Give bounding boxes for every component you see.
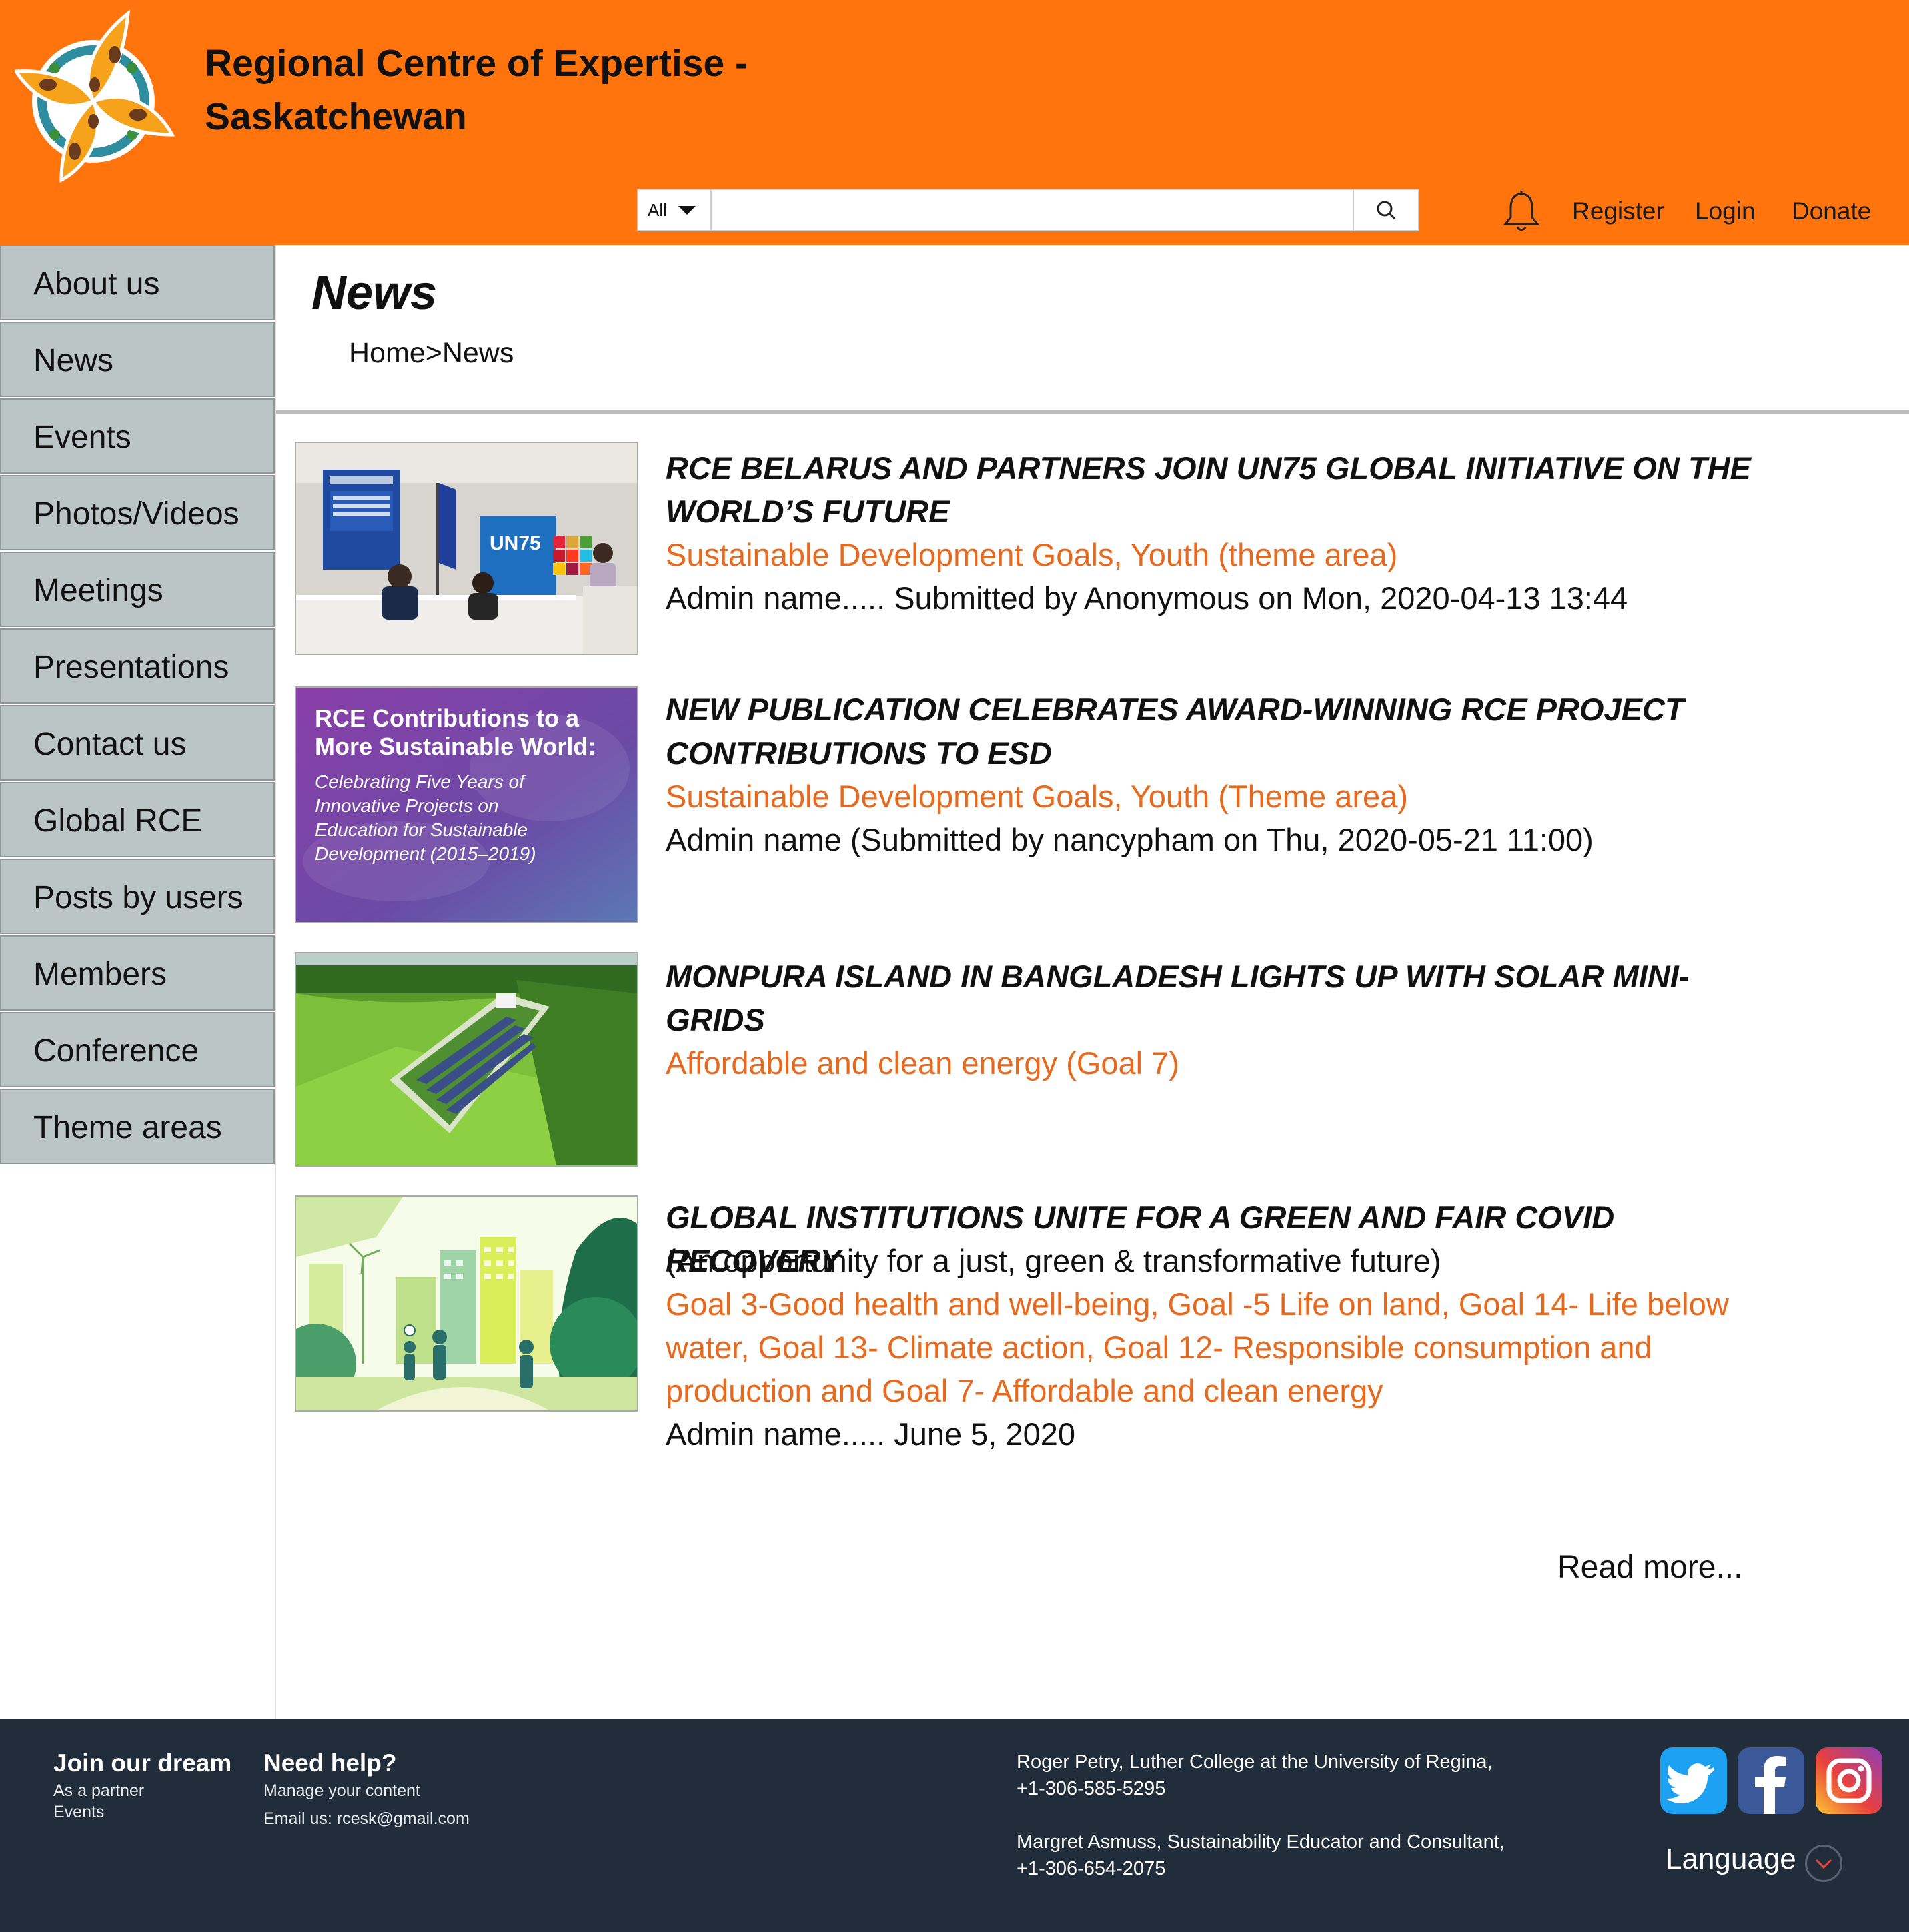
article-4-thumbnail[interactable] xyxy=(295,1195,638,1412)
site-title-line-2: Saskatchewan xyxy=(205,95,467,138)
article-2-meta: Admin name (Submitted by nancypham on Th… xyxy=(666,822,1594,857)
breadcrumb[interactable]: Home>News xyxy=(349,337,514,370)
footer-help-title: Need help? xyxy=(263,1749,397,1777)
article-3-tags[interactable]: Affordable and clean energy (Goal 7) xyxy=(666,1041,1773,1085)
footer-contact-1-name: Roger Petry, Luther College at the Unive… xyxy=(1017,1751,1493,1773)
sidebar-item-photos-videos[interactable]: Photos/Videos xyxy=(0,475,275,550)
sidebar-nav: About us News Events Photos/Videos Meeti… xyxy=(0,245,276,1719)
site-title: Regional Centre of Expertise - Saskatche… xyxy=(205,37,805,143)
footer-contact-2: Margret Asmuss, Sustainability Educator … xyxy=(1017,1829,1505,1882)
site-title-line-1: Regional Centre of Expertise - xyxy=(205,42,748,85)
article-3-title[interactable]: MONPURA ISLAND IN BANGLADESH LIGHTS UP W… xyxy=(666,955,1773,1041)
sidebar-item-contact-us[interactable]: Contact us xyxy=(0,705,275,781)
sidebar-item-conference[interactable]: Conference xyxy=(0,1012,275,1087)
solar-minigrid-aerial-photo xyxy=(296,953,637,1165)
read-more-link[interactable]: Read more... xyxy=(1557,1549,1742,1586)
sidebar-item-posts-by-users[interactable]: Posts by users xyxy=(0,859,275,934)
publication-cover: RCE Contributions to a More Sustainable … xyxy=(296,688,637,922)
footer-contact-1: Roger Petry, Luther College at the Unive… xyxy=(1017,1749,1493,1802)
article-2-title[interactable]: NEW PUBLICATION CELEBRATES AWARD-WINNING… xyxy=(666,688,1773,775)
facebook-icon[interactable] xyxy=(1738,1747,1804,1814)
article-1-tags[interactable]: Sustainable Development Goals, Youth (th… xyxy=(666,533,1773,576)
footer-link-partner[interactable]: As a partner xyxy=(53,1781,144,1801)
article-2-tags[interactable]: Sustainable Development Goals, Youth (Th… xyxy=(666,775,1773,818)
site-header: Regional Centre of Expertise - Saskatche… xyxy=(0,0,1909,245)
sidebar-item-meetings[interactable]: Meetings xyxy=(0,552,275,627)
twitter-icon[interactable] xyxy=(1660,1747,1727,1814)
chevron-down-icon xyxy=(1815,1859,1832,1869)
footer-email[interactable]: Email us: rcesk@gmail.com xyxy=(263,1809,470,1829)
sidebar-item-about-us[interactable]: About us xyxy=(0,245,275,320)
footer-contact-2-name: Margret Asmuss, Sustainability Educator … xyxy=(1017,1831,1505,1853)
login-link[interactable]: Login xyxy=(1695,197,1756,225)
search-scope-dropdown[interactable]: All xyxy=(638,190,712,230)
rce-logo[interactable] xyxy=(15,8,175,183)
un75-press-photo: UN75 xyxy=(296,443,637,654)
footer-contact-2-phone: +1-306-654-2075 xyxy=(1017,1858,1166,1879)
cover-subtitle-line-2: Innovative Projects on xyxy=(315,795,499,816)
caret-down-icon xyxy=(678,206,696,215)
page-title: News xyxy=(311,266,438,320)
footer-join-title: Join our dream xyxy=(53,1749,232,1777)
register-link[interactable]: Register xyxy=(1572,197,1664,225)
instagram-icon[interactable] xyxy=(1816,1747,1882,1814)
sidebar-item-theme-areas[interactable]: Theme areas xyxy=(0,1089,275,1164)
cover-subtitle-line-1: Celebrating Five Years of xyxy=(315,771,526,792)
content-divider xyxy=(276,410,1909,414)
article-1-thumbnail[interactable]: UN75 xyxy=(295,442,638,655)
article-3-thumbnail[interactable] xyxy=(295,952,638,1167)
cover-title-line-2: More Sustainable World: xyxy=(315,733,596,760)
search-icon xyxy=(1377,201,1396,220)
search-bar: All xyxy=(637,189,1419,231)
footer-link-events[interactable]: Events xyxy=(53,1803,104,1822)
article-2-thumbnail[interactable]: RCE Contributions to a More Sustainable … xyxy=(295,686,638,923)
sidebar-item-members[interactable]: Members xyxy=(0,935,275,1011)
sidebar-item-events[interactable]: Events xyxy=(0,398,275,474)
article-4-meta: Admin name..... June 5, 2020 xyxy=(666,1416,1075,1452)
cover-title-line-1: RCE Contributions to a xyxy=(315,704,580,732)
language-dropdown-button[interactable] xyxy=(1805,1845,1842,1882)
sidebar-item-presentations[interactable]: Presentations xyxy=(0,628,275,704)
sidebar-item-global-rce[interactable]: Global RCE xyxy=(0,782,275,857)
sidebar-item-news[interactable]: News xyxy=(0,322,275,397)
article-1-title[interactable]: RCE BELARUS AND PARTNERS JOIN UN75 GLOBA… xyxy=(666,446,1773,533)
article-1-meta: Admin name..... Submitted by Anonymous o… xyxy=(666,580,1628,616)
donate-link[interactable]: Donate xyxy=(1792,197,1871,225)
language-label[interactable]: Language xyxy=(1666,1843,1796,1876)
un75-sign-text: UN75 xyxy=(490,532,541,554)
notification-bell-icon[interactable] xyxy=(1503,191,1540,232)
search-input[interactable] xyxy=(713,190,1323,230)
footer-link-manage-content[interactable]: Manage your content xyxy=(263,1781,420,1801)
article-4-subtitle: (An opportunity for a just, green & tran… xyxy=(666,1243,1441,1278)
search-button[interactable] xyxy=(1353,190,1418,230)
green-city-illustration xyxy=(296,1197,637,1410)
search-scope-label: All xyxy=(648,200,667,220)
article-4-tags[interactable]: Goal 3-Good health and well-being, Goal … xyxy=(666,1282,1760,1412)
cover-subtitle-line-4: Development (2015–2019) xyxy=(315,843,536,864)
footer-contact-1-phone: +1-306-585-5295 xyxy=(1017,1778,1166,1799)
cover-subtitle-line-3: Education for Sustainable xyxy=(315,819,528,840)
